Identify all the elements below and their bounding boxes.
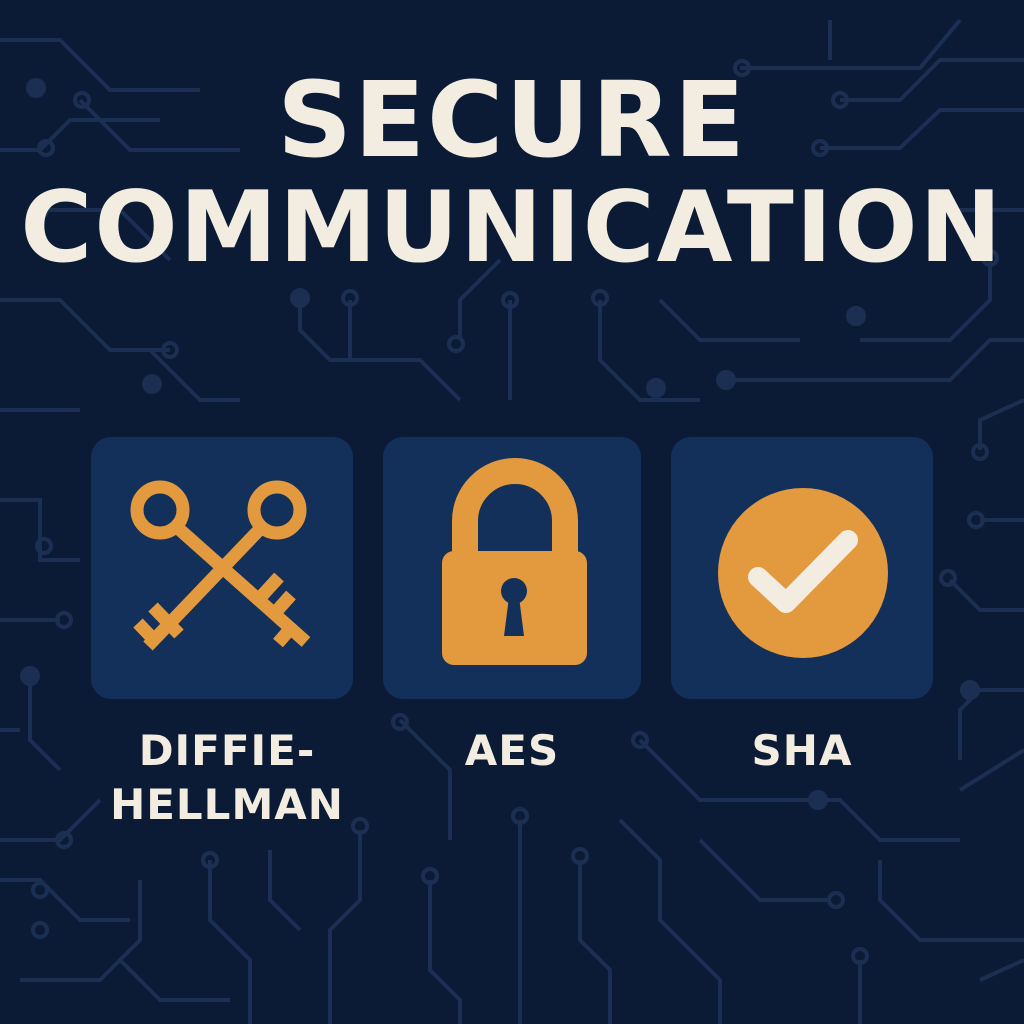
sha-tile xyxy=(671,437,933,699)
padlock-icon xyxy=(442,458,587,665)
title-line-1: SECURE xyxy=(277,59,747,181)
poster: SECURE COMMUNICATION DIFFIE- HELLMAN AES… xyxy=(0,0,1024,1024)
checkmark-circle-icon xyxy=(718,488,888,658)
aes-label: AES xyxy=(464,726,560,775)
diffie-hellman-tile xyxy=(91,437,353,699)
title-line-2: COMMUNICATION xyxy=(20,171,1004,285)
diffie-hellman-label-line-1: DIFFIE- xyxy=(138,726,316,775)
crossed-keys-icon xyxy=(130,480,311,651)
aes-tile xyxy=(383,437,641,699)
sha-label: SHA xyxy=(751,726,853,775)
diffie-hellman-label: DIFFIE- HELLMAN xyxy=(91,724,363,832)
diffie-hellman-label-line-2: HELLMAN xyxy=(110,780,344,829)
